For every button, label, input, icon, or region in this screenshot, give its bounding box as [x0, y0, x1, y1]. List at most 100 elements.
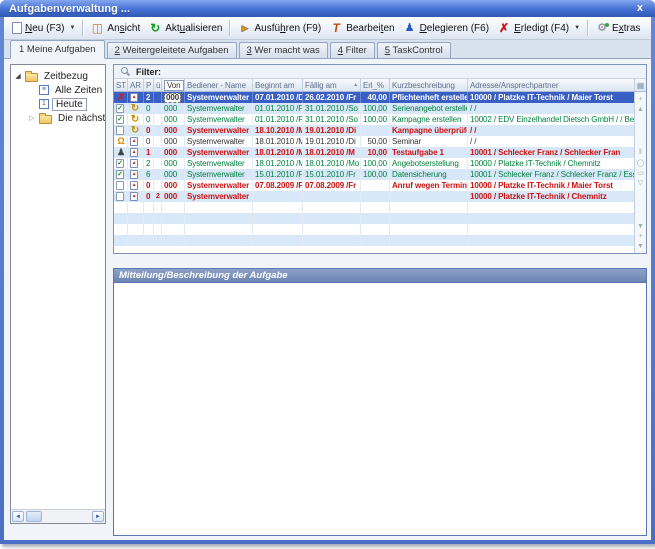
task-icon: ▲ — [130, 192, 138, 201]
tab-1-meine-aufgaben[interactable]: 1 Meine Aufgaben — [10, 40, 105, 59]
erledigt-f4-button[interactable]: ✗Erledigt (F4)▼ — [493, 20, 584, 37]
move-up-icon[interactable]: ▲ — [637, 104, 644, 114]
column-header-st[interactable]: ST — [114, 79, 128, 91]
append-icon[interactable]: + — [638, 231, 642, 241]
ausführen-f9-button[interactable]: ▶Ausführen (F9) — [233, 20, 325, 37]
column-header-p[interactable]: P — [144, 79, 154, 91]
filter-icon[interactable]: ▽ — [638, 178, 643, 188]
close-icon[interactable]: x — [634, 3, 646, 14]
tree-collapsed-icon[interactable]: ▷ — [28, 114, 36, 122]
page-icon — [116, 126, 124, 135]
new-document-icon — [12, 22, 22, 34]
titlebar[interactable]: Aufgabenverwaltung ... x — [0, 0, 655, 17]
pin-icon: ✗ — [116, 93, 126, 103]
ansicht-button[interactable]: ◫Ansicht — [86, 20, 144, 37]
column-header-kurzbeschreibung[interactable]: Kurzbeschreibung — [390, 79, 468, 91]
delegieren-f6-button[interactable]: ♟Delegieren (F6) — [399, 20, 494, 37]
filter-row[interactable]: Filter: — [114, 65, 646, 79]
task-row[interactable]: ✓▲2000Systemverwalter18.01.2010 /Mo18.01… — [114, 158, 634, 169]
neu-f3-button[interactable]: Neu (F3)▼ — [8, 20, 79, 36]
content-area: ◢Zeitbezug≡Alle Zeiten1Heute ▷ Die nächste… — [4, 59, 651, 540]
column-header-ü[interactable]: ü — [154, 79, 162, 91]
task-row[interactable]: ✗▲2000Systemverwalter07.01.2010 /D26.02.… — [114, 92, 634, 103]
task-row[interactable]: ▲0000Systemverwalter07.08.2009 /Fr07.08.… — [114, 180, 634, 191]
move-down-icon[interactable]: ▼ — [637, 221, 644, 231]
scroll-left-icon[interactable]: ◄ — [12, 511, 24, 522]
save-icon[interactable]: ▭ — [637, 168, 644, 178]
column-header-label: AR — [130, 81, 141, 90]
task-icon: ▲ — [130, 137, 138, 146]
scroll-right-icon[interactable]: ► — [92, 511, 104, 522]
toolbar-button-label: Ausführen (F9) — [254, 23, 321, 34]
column-header-von[interactable]: Von — [162, 79, 185, 91]
task-row[interactable]: ✓↻0000Systemverwalter01.01.2010 /Fr31.01… — [114, 103, 634, 114]
pause-icon[interactable]: ‖ — [639, 148, 642, 158]
message-panel-header: Mitteilung/Beschreibung der Aufgabe — [114, 269, 646, 283]
recurring-icon: ↻ — [130, 104, 140, 114]
go-last-icon[interactable]: ▼ — [637, 241, 644, 251]
column-header-label: Von — [164, 80, 184, 91]
person-icon: ♟ — [116, 148, 126, 158]
tree-item-zeitbezug[interactable]: ◢Zeitbezug — [12, 69, 104, 83]
all-times-icon: ≡ — [39, 85, 49, 95]
filter-label: Filter: — [136, 67, 161, 77]
tree-item-label: Die nächsten — [55, 113, 105, 124]
toolbar-button-label: Ansicht — [107, 23, 140, 34]
empty-row — [114, 235, 634, 246]
view-icon: ◫ — [90, 22, 104, 35]
column-header-bediener-name[interactable]: Bediener - Name — [185, 79, 253, 91]
message-body[interactable] — [114, 283, 646, 535]
refresh-icon: ↻ — [148, 22, 162, 35]
tree-horizontal-scrollbar[interactable]: ◄ ► — [11, 509, 105, 523]
grid-navigator: +▲‖◯▭▽▼+▼ — [634, 92, 646, 253]
column-header-erl[interactable]: Erl_% — [361, 79, 390, 91]
column-header-ar[interactable]: AR — [128, 79, 144, 91]
cell-focus-box[interactable]: 000 — [164, 93, 181, 103]
column-header-label: Kurzbeschreibung — [392, 81, 455, 90]
window-body: Neu (F3)▼◫Ansicht↻Aktualisieren▶Ausführe… — [4, 17, 651, 540]
grid-body: ✗▲2000Systemverwalter07.01.2010 /D26.02.… — [114, 92, 634, 253]
column-header-adresse-ansprechpartner[interactable]: Adresse/Ansprechpartner — [468, 79, 634, 91]
toolbar-button-label: Aktualisieren — [165, 23, 222, 34]
search-icon[interactable]: ◯ — [637, 158, 645, 168]
tree-expanded-icon[interactable]: ◢ — [14, 72, 22, 80]
task-row[interactable]: ✓↻0000Systemverwalter01.01.2010 /Fr31.01… — [114, 114, 634, 125]
tab-3-wer-macht-was[interactable]: 3 Wer macht was — [239, 42, 328, 58]
folder-icon — [39, 115, 52, 124]
check-icon: ✓ — [116, 104, 124, 113]
delegate-icon: ♟ — [403, 22, 417, 35]
tree-item-alle-zeiten[interactable]: ≡Alle Zeiten — [12, 83, 104, 97]
message-panel: Mitteilung/Beschreibung der Aufgabe — [113, 268, 647, 536]
folder-icon — [25, 73, 38, 82]
check-icon: ✓ — [116, 159, 124, 168]
tree-item-die-nächsten[interactable]: ▷ Die nächsten — [12, 111, 104, 125]
task-icon: ▲ — [130, 181, 138, 190]
tab-5-taskcontrol[interactable]: 5 TaskControl — [377, 42, 451, 58]
dropdown-arrow-icon[interactable]: ▼ — [69, 25, 75, 31]
toolbar-separator — [82, 20, 83, 36]
column-header-fällig-am[interactable]: Fällig am▲ — [303, 79, 361, 91]
task-row[interactable]: ↻0000Systemverwalter18.10.2010 /M19.01.2… — [114, 125, 634, 136]
task-row[interactable]: ▲02000Systemverwalter10000 / Platzke IT-… — [114, 191, 634, 202]
empty-row — [114, 202, 634, 213]
today-icon: 1 — [39, 99, 49, 109]
toolbar-button-label: Erledigt (F4) — [514, 23, 569, 34]
task-row[interactable]: Ω▲0000Systemverwalter18.01.2010 /M19.01.… — [114, 136, 634, 147]
task-row[interactable]: ♟▲1000Systemverwalter18.01.2010 /M18.01.… — [114, 147, 634, 158]
toolbar-separator — [229, 20, 230, 36]
sort-ascending-icon: ▲ — [351, 82, 358, 88]
task-row[interactable]: ✓▲6000Systemverwalter15.01.2010 /Fr15.01… — [114, 169, 634, 180]
aktualisieren-button[interactable]: ↻Aktualisieren — [144, 20, 226, 37]
toolbar: Neu (F3)▼◫Ansicht↻Aktualisieren▶Ausführe… — [4, 17, 651, 40]
window-title: Aufgabenverwaltung ... — [9, 3, 634, 15]
tree-item-heute[interactable]: 1Heute — [12, 97, 104, 111]
tab-4-filter[interactable]: 4 Filter — [330, 42, 375, 58]
column-chooser-icon[interactable]: ▦ — [634, 79, 646, 91]
insert-icon[interactable]: + — [638, 94, 642, 104]
dropdown-arrow-icon[interactable]: ▼ — [574, 25, 580, 31]
extras-button[interactable]: ⚙Extras — [591, 20, 644, 37]
scrollbar-thumb[interactable] — [26, 511, 42, 522]
bearbeiten-button[interactable]: TBearbeiten — [325, 20, 398, 37]
tab-2-weitergeleitete-aufgaben[interactable]: 2 Weitergeleitete Aufgaben — [107, 42, 237, 58]
column-header-beginnt-am[interactable]: Beginnt am — [253, 79, 303, 91]
